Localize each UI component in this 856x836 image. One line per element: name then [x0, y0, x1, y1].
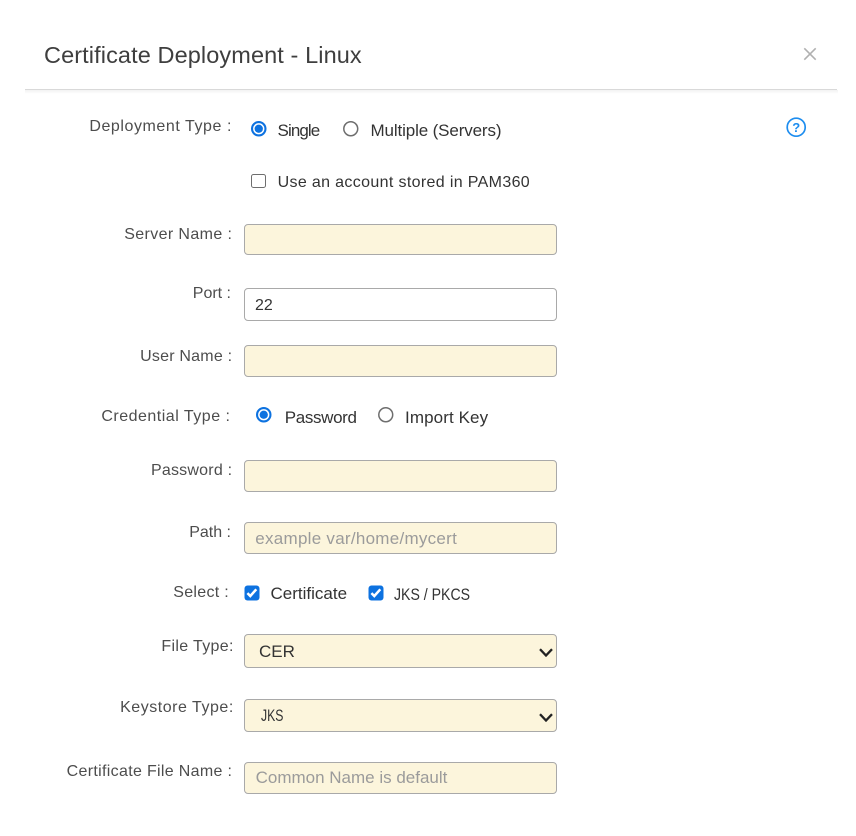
svg-text:?: ?: [792, 119, 800, 134]
